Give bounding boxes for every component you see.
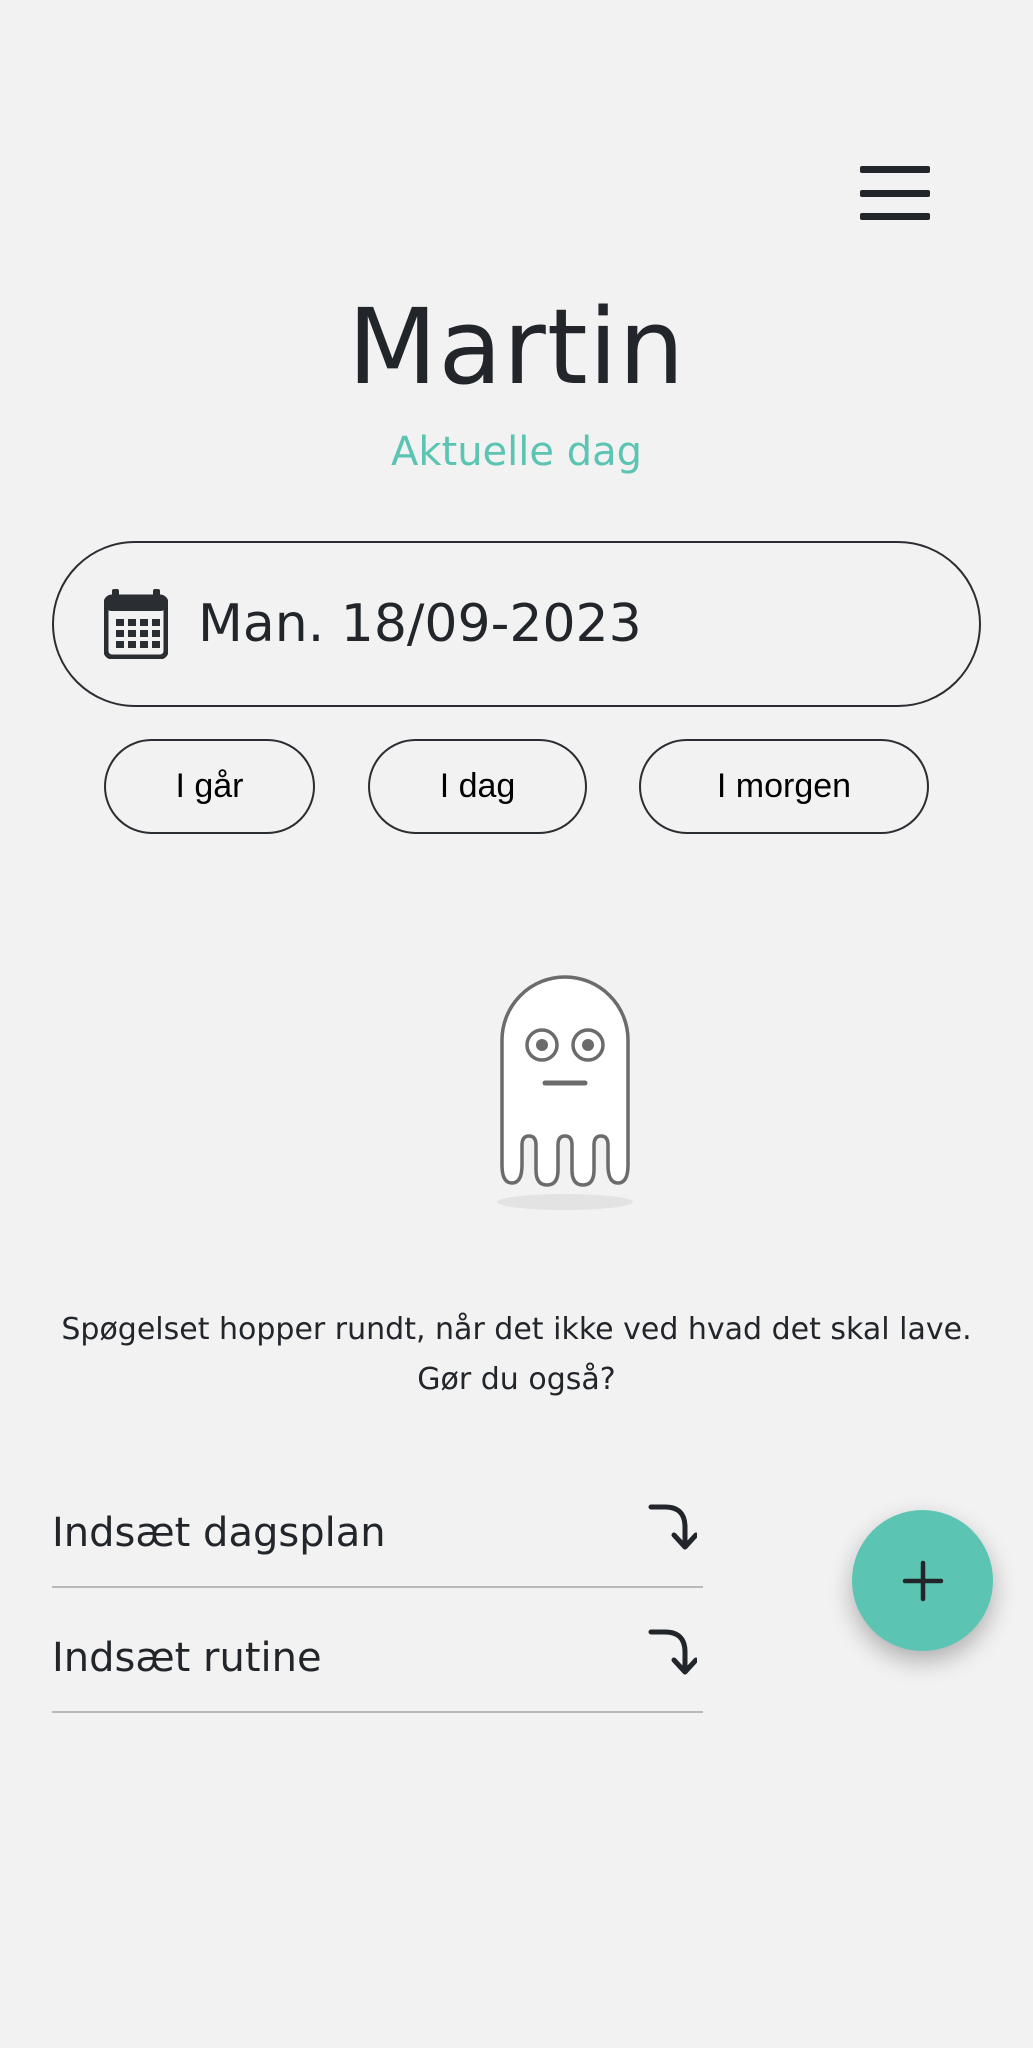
insert-dayplan-row[interactable]: Indsæt dagsplan [52, 1480, 703, 1588]
plus-icon [902, 1560, 943, 1601]
ghost-illustration [497, 975, 633, 1210]
yesterday-button[interactable]: I går [104, 739, 315, 834]
menu-line [860, 189, 930, 197]
date-picker-field[interactable]: Man. 18/09-2023 [52, 541, 981, 707]
arrow-turn-down-right-icon [648, 1504, 697, 1550]
tomorrow-button[interactable]: I morgen [639, 739, 929, 834]
insert-routine-label: Indsæt rutine [52, 1635, 322, 1681]
calendar-icon [104, 589, 168, 659]
page-title: Martin [347, 286, 686, 408]
menu-line [860, 166, 930, 173]
insert-dayplan-label: Indsæt dagsplan [52, 1510, 386, 1556]
page-subtitle: Aktuelle dag [390, 429, 642, 475]
day-view-screen: Martin Aktuelle dag Man. 18/09-2023 I gå… [0, 0, 1033, 2048]
date-value: Man. 18/09-2023 [198, 594, 642, 654]
today-button[interactable]: I dag [368, 739, 587, 834]
arrow-turn-down-right-icon [648, 1629, 697, 1675]
hamburger-menu-icon[interactable] [850, 160, 940, 226]
empty-state-message: Spøgelset hopper rundt, når det ikke ved… [61, 1312, 972, 1397]
menu-line [860, 213, 930, 220]
add-button[interactable] [852, 1510, 993, 1651]
insert-routine-row[interactable]: Indsæt rutine [52, 1605, 703, 1713]
